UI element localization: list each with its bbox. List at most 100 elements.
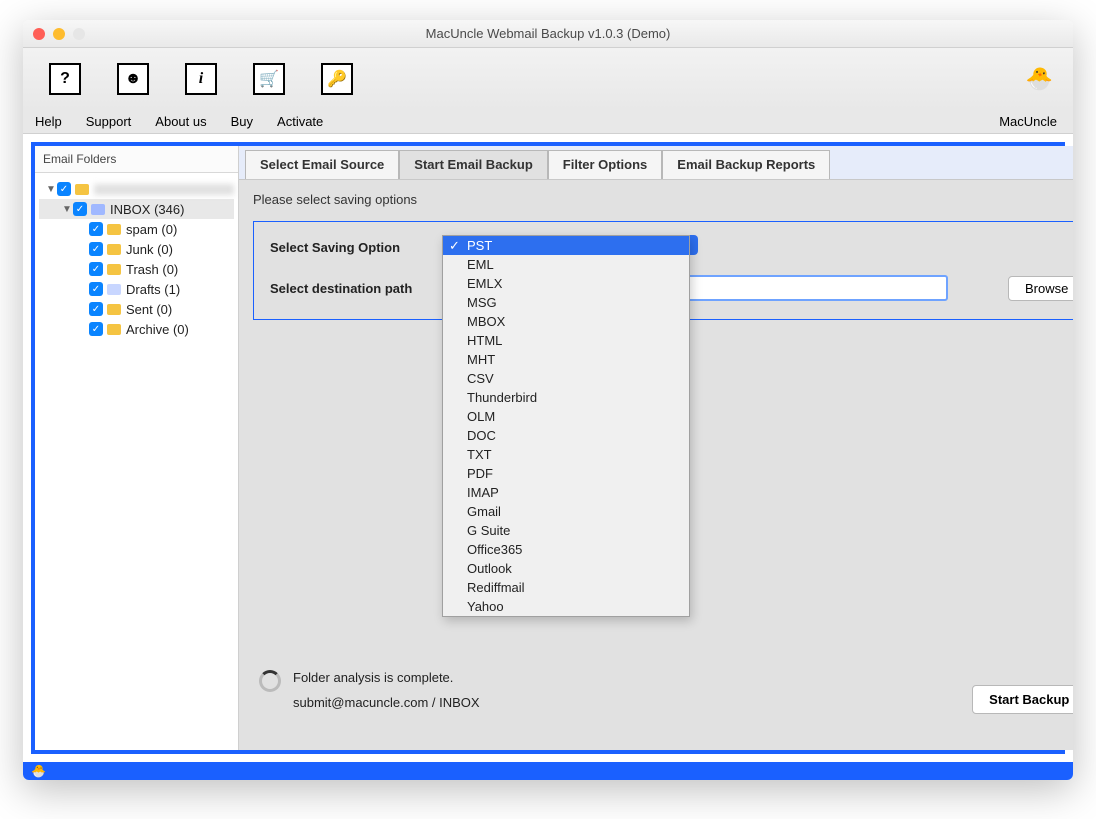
dropdown-option[interactable]: PDF <box>443 464 689 483</box>
toolbar: ? ☻ i 🛒 🔑 🐣 <box>23 48 1073 110</box>
folder-icon <box>107 264 121 275</box>
folder-icon <box>107 224 121 235</box>
menu-buy[interactable]: Buy <box>219 114 265 129</box>
drafts-label: Drafts (1) <box>126 282 180 297</box>
cart-icon: 🛒 <box>259 69 279 89</box>
tree-sent-row[interactable]: ✓ Sent (0) <box>39 299 234 319</box>
folder-icon <box>107 244 121 255</box>
start-backup-button[interactable]: Start Backup <box>972 685 1073 714</box>
inbox-label: INBOX (346) <box>110 202 184 217</box>
status-line2: submit@macuncle.com / INBOX <box>293 695 480 710</box>
activate-button[interactable]: 🔑 <box>321 63 353 95</box>
dropdown-option[interactable]: HTML <box>443 331 689 350</box>
folder-icon <box>107 304 121 315</box>
dropdown-option[interactable]: G Suite <box>443 521 689 540</box>
sent-label: Sent (0) <box>126 302 172 317</box>
dropdown-option[interactable]: Thunderbird <box>443 388 689 407</box>
tree-trash-row[interactable]: ✓ Trash (0) <box>39 259 234 279</box>
tree-junk-row[interactable]: ✓ Junk (0) <box>39 239 234 259</box>
dropdown-option[interactable]: EMLX <box>443 274 689 293</box>
tab-backup-reports[interactable]: Email Backup Reports <box>662 150 830 179</box>
main-panel: Select Email Source Start Email Backup F… <box>239 146 1073 750</box>
main-frame: Email Folders ▼ ✓ ▼ ✓ INBOX (346) <box>31 142 1065 754</box>
dropdown-option[interactable]: Gmail <box>443 502 689 521</box>
disclosure-icon[interactable]: ▼ <box>45 184 57 195</box>
disclosure-icon[interactable]: ▼ <box>61 204 73 215</box>
tree-spam-row[interactable]: ✓ spam (0) <box>39 219 234 239</box>
person-icon: ☻ <box>125 70 142 88</box>
sidebar-title: Email Folders <box>35 146 238 173</box>
tree-account-row[interactable]: ▼ ✓ <box>39 179 234 199</box>
folder-tree: ▼ ✓ ▼ ✓ INBOX (346) ✓ spam (0) <box>35 173 238 345</box>
checkbox-icon[interactable]: ✓ <box>73 202 87 216</box>
dropdown-option[interactable]: Outlook <box>443 559 689 578</box>
folder-icon <box>107 324 121 335</box>
spam-label: spam (0) <box>126 222 177 237</box>
checkbox-icon[interactable]: ✓ <box>89 262 103 276</box>
dropdown-option[interactable]: EML <box>443 255 689 274</box>
checkbox-icon[interactable]: ✓ <box>89 282 103 296</box>
dropdown-option[interactable]: PST <box>443 236 689 255</box>
buy-button[interactable]: 🛒 <box>253 63 285 95</box>
help-button[interactable]: ? <box>49 63 81 95</box>
sidebar: Email Folders ▼ ✓ ▼ ✓ INBOX (346) <box>35 146 239 750</box>
dropdown-option[interactable]: TXT <box>443 445 689 464</box>
menu-activate[interactable]: Activate <box>265 114 335 129</box>
saving-option-label: Select Saving Option <box>270 240 440 255</box>
inbox-icon <box>91 204 105 215</box>
spinner-icon <box>259 670 281 692</box>
app-window: MacUncle Webmail Backup v1.0.3 (Demo) ? … <box>23 20 1073 780</box>
dropdown-option[interactable]: Rediffmail <box>443 578 689 597</box>
dropdown-option[interactable]: CSV <box>443 369 689 388</box>
tab-start-backup[interactable]: Start Email Backup <box>399 150 548 179</box>
footer: 🐣 <box>23 762 1073 780</box>
dropdown-option[interactable]: Yahoo <box>443 597 689 616</box>
menu-support[interactable]: Support <box>74 114 144 129</box>
brand-logo-icon: 🐣 <box>1026 66 1053 92</box>
dropdown-option[interactable]: MSG <box>443 293 689 312</box>
tabs: Select Email Source Start Email Backup F… <box>239 146 1073 180</box>
junk-label: Junk (0) <box>126 242 173 257</box>
tree-archive-row[interactable]: ✓ Archive (0) <box>39 319 234 339</box>
about-button[interactable]: i <box>185 63 217 95</box>
dropdown-option[interactable]: DOC <box>443 426 689 445</box>
checkbox-icon[interactable]: ✓ <box>89 222 103 236</box>
menu-help[interactable]: Help <box>23 114 74 129</box>
dest-path-label: Select destination path <box>270 281 440 296</box>
menu-brand: MacUncle <box>987 114 1073 129</box>
checkbox-icon[interactable]: ✓ <box>89 322 103 336</box>
account-label <box>94 184 234 195</box>
status-area: Folder analysis is complete. submit@macu… <box>259 670 480 720</box>
tab-select-source[interactable]: Select Email Source <box>245 150 399 179</box>
tree-drafts-row[interactable]: ✓ Drafts (1) <box>39 279 234 299</box>
window-title: MacUncle Webmail Backup v1.0.3 (Demo) <box>23 26 1073 41</box>
dropdown-option[interactable]: MBOX <box>443 312 689 331</box>
support-button[interactable]: ☻ <box>117 63 149 95</box>
menu-about[interactable]: About us <box>143 114 218 129</box>
tab-filter-options[interactable]: Filter Options <box>548 150 663 179</box>
archive-label: Archive (0) <box>126 322 189 337</box>
status-line1: Folder analysis is complete. <box>293 670 480 685</box>
checkbox-icon[interactable]: ✓ <box>89 242 103 256</box>
info-icon: i <box>199 70 203 88</box>
dropdown-option[interactable]: OLM <box>443 407 689 426</box>
dropdown-option[interactable]: Office365 <box>443 540 689 559</box>
footer-logo-icon: 🐣 <box>31 764 46 778</box>
saving-option-dropdown[interactable]: PSTEMLEMLXMSGMBOXHTMLMHTCSVThunderbirdOL… <box>442 235 690 617</box>
checkbox-icon[interactable]: ✓ <box>89 302 103 316</box>
dropdown-option[interactable]: IMAP <box>443 483 689 502</box>
question-icon: ? <box>60 70 70 88</box>
hint-text: Please select saving options <box>253 192 1073 207</box>
trash-label: Trash (0) <box>126 262 178 277</box>
content-area: Email Folders ▼ ✓ ▼ ✓ INBOX (346) <box>23 134 1073 762</box>
menubar: Help Support About us Buy Activate MacUn… <box>23 110 1073 134</box>
key-icon: 🔑 <box>327 69 347 89</box>
dropdown-option[interactable]: MHT <box>443 350 689 369</box>
folder-icon <box>75 184 89 195</box>
checkbox-icon[interactable]: ✓ <box>57 182 71 196</box>
browse-button[interactable]: Browse <box>1008 276 1073 301</box>
tree-inbox-row[interactable]: ▼ ✓ INBOX (346) <box>39 199 234 219</box>
tab-content: Please select saving options Select Savi… <box>239 180 1073 750</box>
folder-icon <box>107 284 121 295</box>
titlebar: MacUncle Webmail Backup v1.0.3 (Demo) <box>23 20 1073 48</box>
